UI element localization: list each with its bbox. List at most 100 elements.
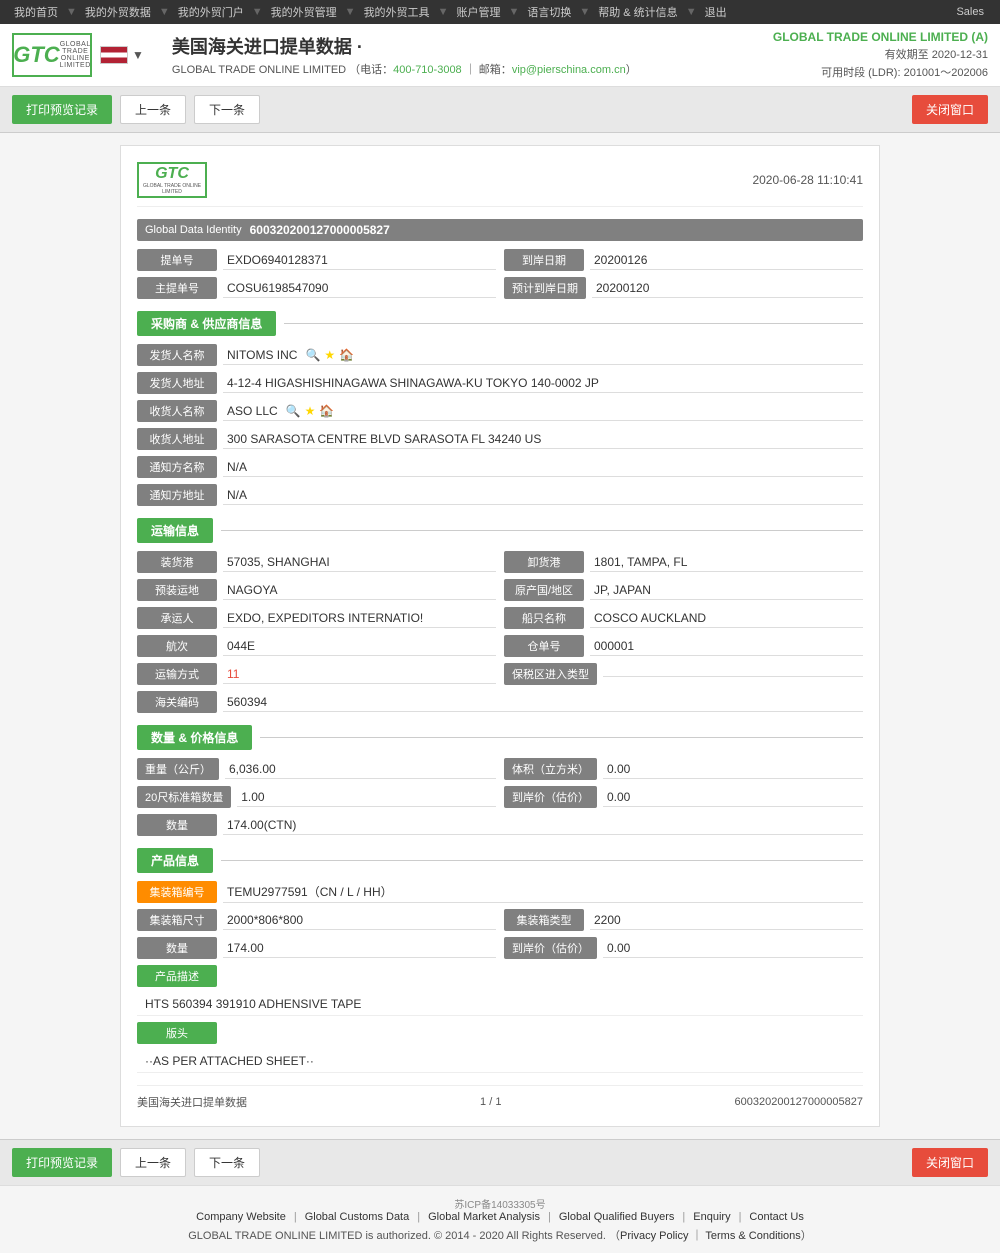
consignee-search-icon[interactable]: 🔍: [286, 404, 301, 418]
record-footer-right: 600320200127000005827: [735, 1096, 863, 1108]
buyer-supplier-badge: 采购商 & 供应商信息: [137, 311, 276, 336]
footer-enquiry[interactable]: Enquiry: [693, 1211, 730, 1223]
master-bill-col: 主提单号 COSU6198547090: [137, 277, 496, 299]
transport-mode-label: 运输方式: [137, 663, 217, 685]
footer-customs-data[interactable]: Global Customs Data: [305, 1211, 410, 1223]
nav-help[interactable]: 帮助 & 统计信息: [592, 4, 683, 20]
container-code-row: 集装箱编号 TEMU2977591（CN / L / HH）: [137, 881, 863, 903]
print-button-bottom[interactable]: 打印预览记录: [12, 1148, 112, 1177]
containers-label: 20尺标准箱数量: [137, 786, 231, 808]
nav-export-data[interactable]: 我的外贸数据: [79, 4, 157, 20]
weight-value: 6,036.00: [225, 760, 496, 779]
record-header: GTC GLOBAL TRADE ONLINE LIMITED 2020-06-…: [137, 162, 863, 207]
record-datetime: 2020-06-28 11:10:41: [752, 173, 863, 187]
estimated-arrival-value: 20200120: [592, 279, 863, 298]
flag-selector[interactable]: ▼: [100, 46, 144, 64]
buyer-supplier-section-header: 采购商 & 供应商信息: [137, 311, 863, 336]
bonded-col: 保税区进入类型: [504, 663, 863, 685]
nav-home[interactable]: 我的首页: [8, 4, 64, 20]
container-type-label: 集装箱类型: [504, 909, 584, 931]
close-button-bottom[interactable]: 关闭窗口: [912, 1148, 988, 1177]
transport-mode-value[interactable]: 11: [223, 665, 496, 684]
carrier-label: 承运人: [137, 607, 217, 629]
quantity-label: 数量: [137, 814, 217, 836]
record-footer: 美国海关进口提单数据 1 / 1 600320200127000005827: [137, 1085, 863, 1110]
preload-value: NAGOYA: [223, 581, 496, 600]
customs-code-value: 560394: [223, 693, 863, 712]
shipper-address-label: 发货人地址: [137, 372, 217, 394]
phone-link[interactable]: 400-710-3008: [393, 64, 462, 76]
weight-label: 重量（公斤）: [137, 758, 219, 780]
footer-company-website[interactable]: Company Website: [196, 1211, 286, 1223]
record-footer-page: 1 / 1: [480, 1096, 501, 1108]
arrival-date-col: 到岸日期 20200126: [504, 249, 863, 271]
product-qty-label: 数量: [137, 937, 217, 959]
nav-language[interactable]: 语言切换: [521, 4, 577, 20]
footer-qualified-buyers[interactable]: Global Qualified Buyers: [559, 1211, 675, 1223]
footer-contact-us[interactable]: Contact Us: [749, 1211, 803, 1223]
next-button-bottom[interactable]: 下一条: [194, 1148, 260, 1177]
nav-export-tools[interactable]: 我的外贸工具: [358, 4, 436, 20]
consignee-icons: 🔍 ★ 🏠: [286, 404, 335, 418]
product-section-header: 产品信息: [137, 848, 863, 873]
vessel-value: COSCO AUCKLAND: [590, 609, 863, 628]
container-size-value: 2000*806*800: [223, 911, 496, 930]
bonded-label: 保税区进入类型: [504, 663, 597, 685]
nav-export-mgmt[interactable]: 我的外贸管理: [265, 4, 343, 20]
containers-price-row: 20尺标准箱数量 1.00 到岸价（估价） 0.00: [137, 786, 863, 808]
origin-value: JP, JAPAN: [590, 581, 863, 600]
footer-terms[interactable]: Terms & Conditions: [705, 1230, 800, 1242]
top-navigation: 我的首页 ▼ 我的外贸数据 ▼ 我的外贸门户 ▼ 我的外贸管理 ▼ 我的外贸工具…: [0, 0, 1000, 24]
product-desc-value: HTS 560394 391910 ADHENSIVE TAPE: [137, 993, 863, 1016]
bottom-toolbar: 打印预览记录 上一条 下一条 关闭窗口: [0, 1139, 1000, 1185]
product-qty-value: 174.00: [223, 939, 496, 958]
shipper-home-icon[interactable]: 🏠: [339, 348, 354, 362]
weight-volume-row: 重量（公斤） 6,036.00 体积（立方米） 0.00: [137, 758, 863, 780]
arrival-date-value: 20200126: [590, 251, 863, 270]
product-price-label: 到岸价（估价）: [504, 937, 597, 959]
logo-area: GTC GLOBAL TRADE ONLINE LIMITED ▼: [12, 33, 156, 77]
ldr-info: 可用时段 (LDR): 201001～202006: [773, 64, 988, 80]
voyage-label: 航次: [137, 635, 217, 657]
product-qty-price-row: 数量 174.00 到岸价（估价） 0.00: [137, 937, 863, 959]
product-badge: 产品信息: [137, 848, 213, 873]
consignee-address-value: 300 SARASOTA CENTRE BLVD SARASOTA FL 342…: [223, 430, 863, 449]
arrival-date-label: 到岸日期: [504, 249, 584, 271]
footer-privacy-policy[interactable]: Privacy Policy: [620, 1230, 688, 1242]
consignee-home-icon[interactable]: 🏠: [319, 404, 334, 418]
nav-account[interactable]: 账户管理: [450, 4, 506, 20]
warehouse-value: 000001: [590, 637, 863, 656]
nav-export-portal[interactable]: 我的外贸门户: [172, 4, 250, 20]
load-port-value: 57035, SHANGHAI: [223, 553, 496, 572]
bonded-value: [603, 672, 863, 677]
prev-button-top[interactable]: 上一条: [120, 95, 186, 124]
footer-market-analysis[interactable]: Global Market Analysis: [428, 1211, 540, 1223]
consignee-star-icon[interactable]: ★: [305, 404, 316, 418]
next-button-top[interactable]: 下一条: [194, 95, 260, 124]
close-button-top[interactable]: 关闭窗口: [912, 95, 988, 124]
container-size-type-row: 集装箱尺寸 2000*806*800 集装箱类型 2200: [137, 909, 863, 931]
quantity-row: 数量 174.00(CTN): [137, 814, 863, 836]
shipper-name-value: NITOMS INC 🔍 ★ 🏠: [223, 346, 863, 365]
shipper-name-label: 发货人名称: [137, 344, 217, 366]
prev-button-bottom[interactable]: 上一条: [120, 1148, 186, 1177]
page-footer: 苏ICP备14033305号 Company Website | Global …: [0, 1185, 1000, 1253]
origin-label: 原产国/地区: [504, 579, 584, 601]
volume-value: 0.00: [603, 760, 863, 779]
volume-label: 体积（立方米）: [504, 758, 597, 780]
bill-number-col: 提单号 EXDO6940128371: [137, 249, 496, 271]
page-title: 美国海关进口提单数据 ·: [172, 33, 773, 59]
shipper-star-icon[interactable]: ★: [324, 348, 335, 362]
notify-name-label: 通知方名称: [137, 456, 217, 478]
email-link[interactable]: vip@pierschina.com.cn: [512, 64, 626, 76]
print-button-top[interactable]: 打印预览记录: [12, 95, 112, 124]
valid-until: 有效期至 2020-12-31: [773, 46, 988, 62]
nav-logout[interactable]: 退出: [699, 4, 733, 20]
unload-port-col: 卸货港 1801, TAMPA, FL: [504, 551, 863, 573]
shipper-search-icon[interactable]: 🔍: [305, 348, 320, 362]
containers-value: 1.00: [237, 788, 496, 807]
head-row: 版头: [137, 1022, 863, 1044]
header-right: GLOBAL TRADE ONLINE LIMITED (A) 有效期至 202…: [773, 30, 988, 80]
product-qty-col: 数量 174.00: [137, 937, 496, 959]
record-logo-gtc: GTC: [155, 165, 189, 183]
